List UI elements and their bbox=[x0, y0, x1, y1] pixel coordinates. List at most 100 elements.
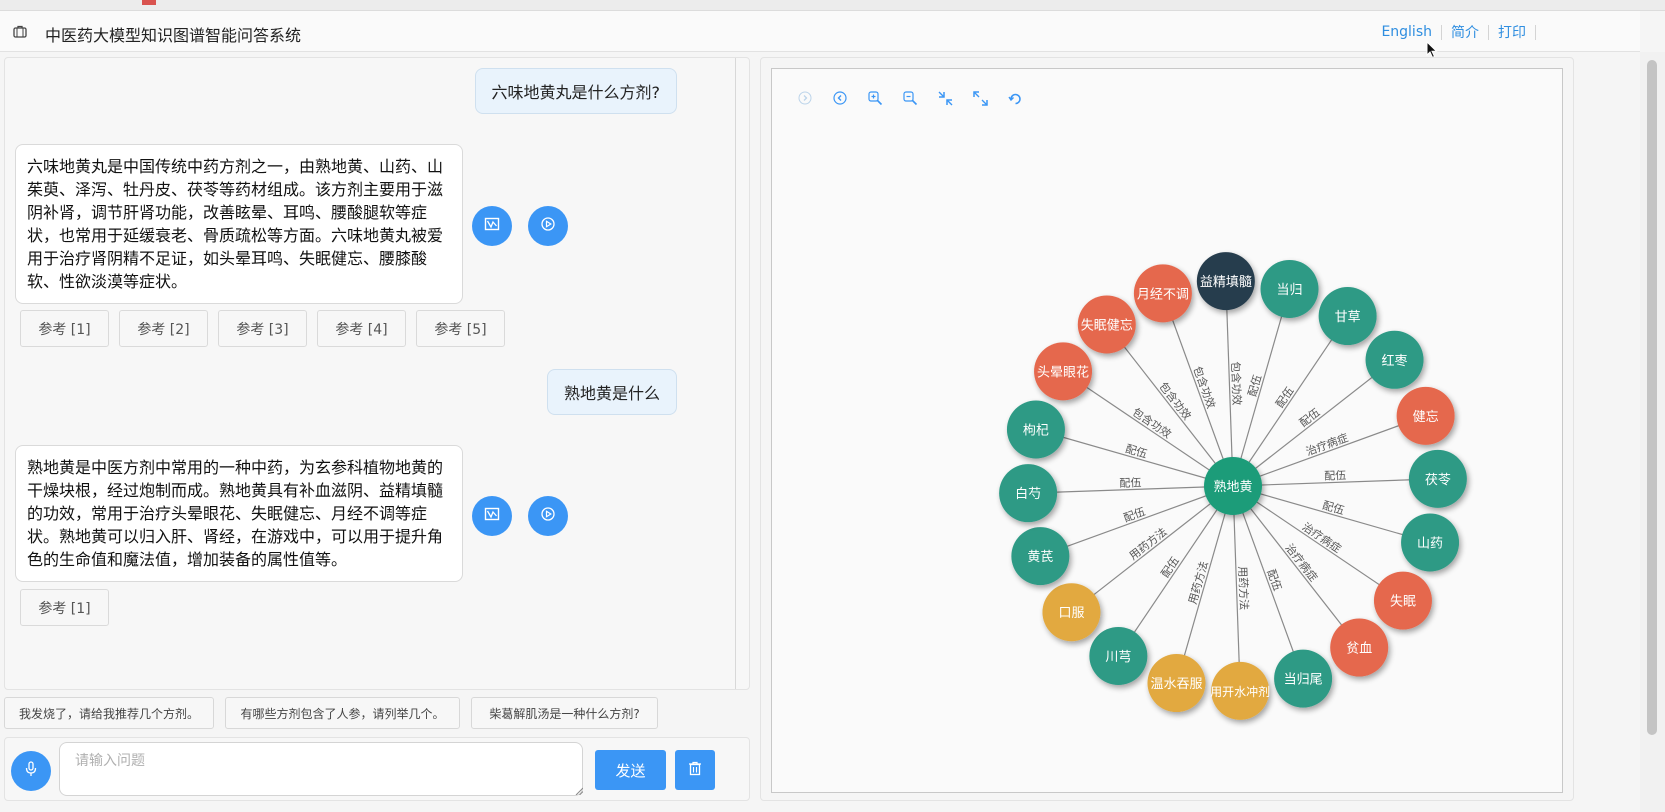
graph-node-label: 当归尾 bbox=[1284, 673, 1323, 688]
graph-edge-label: 包含功效 bbox=[1130, 405, 1174, 441]
briefcase-icon bbox=[13, 23, 27, 42]
graph-node[interactable]: 当归尾 bbox=[1274, 649, 1333, 708]
suggestion-chip[interactable]: 柴葛解肌汤是一种什么方剂? bbox=[471, 697, 658, 729]
graph-node-label: 白芍 bbox=[1015, 486, 1041, 502]
graph-node-label: 健忘 bbox=[1413, 410, 1439, 425]
bot-message-line: 熟地黄是中医方剂中常用的一种中药，为玄参科植物地黄的 bbox=[27, 458, 444, 477]
reference-button[interactable]: 参考 [2] bbox=[119, 310, 208, 347]
reference-button[interactable]: 参考 [5] bbox=[416, 310, 505, 347]
reference-button[interactable]: 参考 [1] bbox=[20, 589, 109, 626]
graph-node[interactable]: 茯苓 bbox=[1408, 449, 1467, 508]
graph-edge-label: 包含功效 bbox=[1156, 379, 1194, 422]
graph-svg[interactable]: 包含功效 配伍 配伍配伍治疗病症配伍配伍治疗病症治疗病症配伍用药方法用药方法配伍用药… bbox=[772, 69, 1564, 794]
graph-node[interactable]: 失眠健忘 bbox=[1077, 295, 1136, 354]
graph-node-label: 失眠健忘 bbox=[1081, 318, 1133, 333]
knowledge-graph-canvas[interactable]: 包含功效 配伍 配伍 配伍 治疗病症 配伍 配伍 治疗病症 治疗病症 配伍 用药方法 用药方法 配伍 用药… bbox=[771, 68, 1563, 793]
bot-message-line: 干燥块根，经过炮制而成。熟地黄具有补血滋阴、益精填髓 bbox=[27, 481, 444, 500]
graph-node[interactable]: 健忘 bbox=[1396, 386, 1455, 445]
graph-node-label: 枸杞 bbox=[1023, 423, 1049, 438]
graph-node[interactable]: 益精填髓 bbox=[1196, 252, 1255, 311]
graph-node[interactable]: 失眠 bbox=[1373, 571, 1432, 630]
show-graph-button[interactable] bbox=[472, 496, 512, 536]
graph-edge-label: 配伍 bbox=[1122, 505, 1147, 525]
graph-node-label: 当归 bbox=[1276, 283, 1302, 298]
graph-node[interactable]: 口服 bbox=[1042, 583, 1101, 642]
graph-node[interactable]: 头晕眼花 bbox=[1034, 342, 1093, 401]
bot-message-line: 色的生命值和魔法值，增加装备的属性值等。 bbox=[27, 550, 348, 569]
map-icon bbox=[484, 216, 500, 236]
input-bar: 发送 bbox=[4, 737, 750, 801]
nav-separator bbox=[1488, 24, 1489, 40]
nav-separator bbox=[1535, 24, 1536, 40]
play-audio-button[interactable] bbox=[528, 206, 568, 246]
graph-node-label: 益精填髓 bbox=[1200, 275, 1252, 290]
bot-message-line: 的功效，常用于治疗头晕眼花、失眠健忘、月经不调等症 bbox=[27, 504, 428, 523]
graph-node[interactable]: 甘草 bbox=[1318, 287, 1377, 346]
graph-node-label: 贫血 bbox=[1346, 641, 1372, 657]
header-nav: English 简介 打印 bbox=[1381, 22, 1545, 42]
user-message: 六味地黄丸是什么方剂? bbox=[474, 68, 677, 114]
nav-print-link[interactable]: 打印 bbox=[1498, 22, 1526, 42]
graph-node[interactable]: 温水吞服 bbox=[1147, 654, 1206, 713]
browser-top-strip bbox=[0, 0, 1665, 11]
graph-node[interactable]: 红枣 bbox=[1365, 330, 1424, 389]
clear-chat-button[interactable] bbox=[675, 750, 715, 790]
graph-edge-label: 用药方法 bbox=[1185, 560, 1211, 606]
bot-message-line: 状，也常用于延缓衰老、骨质疏松等方面。六味地黄丸被爱 bbox=[27, 226, 444, 245]
scrollbar-thumb[interactable] bbox=[1647, 60, 1657, 735]
nav-separator bbox=[1441, 24, 1442, 40]
resize-handle-icon[interactable] bbox=[575, 787, 583, 795]
suggestion-chip[interactable]: 有哪些方剂包含了人参，请列举几个。 bbox=[225, 697, 460, 729]
bot-message-line: 茱萸、泽泻、牡丹皮、茯苓等药材组成。该方剂主要用于滋 bbox=[27, 180, 444, 199]
graph-node-label: 甘草 bbox=[1335, 310, 1361, 325]
graph-node-label: 川芎 bbox=[1105, 650, 1131, 665]
graph-node[interactable]: 山药 bbox=[1401, 513, 1460, 572]
bot-message: 熟地黄是中医方剂中常用的一种中药，为玄参科植物地黄的 干燥块根，经过炮制而成。熟… bbox=[15, 445, 463, 582]
reference-button[interactable]: 参考 [3] bbox=[218, 310, 307, 347]
graph-panel: 包含功效 配伍 配伍 配伍 治疗病症 配伍 配伍 治疗病症 治疗病症 配伍 用药方法 用药方法 配伍 用药… bbox=[760, 57, 1574, 801]
nav-english-link[interactable]: English bbox=[1381, 24, 1432, 40]
graph-node[interactable]: 当归 bbox=[1260, 259, 1319, 318]
map-icon bbox=[484, 506, 500, 526]
reference-button[interactable]: 参考 [4] bbox=[317, 310, 406, 347]
graph-node-label: 熟地黄 bbox=[1213, 479, 1252, 495]
graph-node-label: 月经不调 bbox=[1137, 287, 1189, 302]
chat-panel[interactable]: 六味地黄丸是什么方剂? 六味地黄丸是中国传统中药方剂之一，由熟地黄、山药、山 茱… bbox=[4, 57, 750, 690]
graph-node[interactable]: 川芎 bbox=[1089, 626, 1148, 685]
question-input[interactable] bbox=[59, 742, 583, 796]
graph-node[interactable]: 贫血 bbox=[1330, 618, 1389, 677]
graph-edge-label: 配伍 bbox=[1124, 442, 1149, 461]
bot-message-line: 六味地黄丸是中国传统中药方剂之一，由熟地黄、山药、山 bbox=[27, 157, 444, 176]
graph-node[interactable]: 月经不调 bbox=[1133, 264, 1192, 323]
app-header: 中医药大模型知识图谱智能问答系统 English 简介 打印 bbox=[0, 11, 1640, 59]
voice-input-button[interactable] bbox=[11, 751, 51, 791]
trash-icon bbox=[688, 761, 702, 780]
graph-edge-label: 治疗病症 bbox=[1304, 430, 1350, 458]
play-circle-icon bbox=[540, 216, 556, 236]
graph-edge-label: 用药方法 bbox=[1236, 566, 1252, 610]
send-button[interactable]: 发送 bbox=[595, 750, 666, 790]
graph-node-label: 用开水冲剂 bbox=[1210, 684, 1270, 699]
page-scrollbar[interactable] bbox=[1640, 52, 1665, 812]
graph-node-label: 失眠 bbox=[1390, 595, 1416, 610]
chat-divider bbox=[735, 58, 736, 689]
suggestion-chip[interactable]: 我发烧了，请给我推荐几个方剂。 bbox=[4, 697, 214, 729]
graph-edge-label: 配伍 bbox=[1264, 568, 1284, 593]
graph-edge-label: 配伍 bbox=[1324, 469, 1346, 483]
reference-button[interactable]: 参考 [1] bbox=[20, 310, 109, 347]
show-graph-button[interactable] bbox=[472, 206, 512, 246]
bot-message-line: 用于治疗肾阴精不足证，如头晕耳鸣、失眠健忘、腰膝酸 bbox=[27, 249, 428, 268]
graph-node[interactable]: 黄芪 bbox=[1011, 527, 1070, 586]
graph-edge-label: 治疗病症 bbox=[1300, 519, 1344, 555]
nav-intro-link[interactable]: 简介 bbox=[1451, 22, 1479, 42]
play-audio-button[interactable] bbox=[528, 496, 568, 536]
graph-node[interactable]: 白芍 bbox=[999, 464, 1058, 523]
graph-node[interactable]: 枸杞 bbox=[1006, 400, 1065, 459]
play-circle-icon bbox=[540, 506, 556, 526]
bot-message-line: 阴补肾，调节肝肾功能，改善眩晕、耳鸣、腰酸腿软等症 bbox=[27, 203, 428, 222]
graph-edge-label: 包含功效 bbox=[1190, 364, 1218, 410]
graph-node[interactable]: 用开水冲剂 bbox=[1210, 661, 1270, 720]
graph-node-label: 头晕眼花 bbox=[1037, 364, 1089, 380]
graph-edge-label: 用药方法 bbox=[1126, 525, 1169, 563]
graph-center-node[interactable]: 熟地黄 bbox=[1204, 457, 1262, 515]
